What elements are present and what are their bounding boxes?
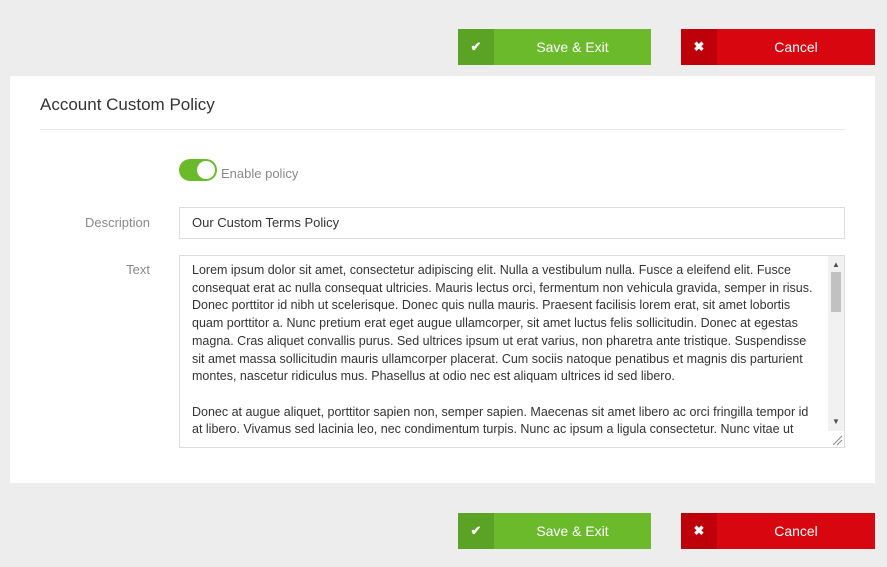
toggle-knob (197, 160, 215, 179)
scroll-thumb[interactable] (831, 272, 841, 312)
text-label: Text (126, 262, 150, 277)
scrollbar[interactable]: ▲ ▼ (828, 256, 844, 447)
save-exit-label: Save & Exit (536, 39, 609, 55)
x-icon: ✖ (681, 29, 717, 65)
title-divider (40, 129, 845, 130)
page-title: Account Custom Policy (40, 95, 215, 114)
scroll-down-icon[interactable]: ▼ (828, 413, 844, 429)
save-exit-button-bottom[interactable]: ✔ Save & Exit (458, 513, 651, 549)
check-icon: ✔ (458, 29, 494, 65)
description-label: Description (84, 215, 150, 230)
enable-policy-row: Enable policy (179, 158, 298, 181)
enable-policy-label: Enable policy (221, 166, 299, 181)
policy-panel: Account Custom Policy Enable policy Desc… (10, 76, 875, 483)
save-exit-label: Save & Exit (536, 523, 609, 539)
x-icon: ✖ (681, 513, 717, 549)
description-input[interactable]: Our Custom Terms Policy (179, 207, 845, 239)
policy-text-area[interactable]: Lorem ipsum dolor sit amet, consectetur … (179, 255, 845, 448)
check-icon: ✔ (458, 513, 494, 549)
save-exit-button-top[interactable]: ✔ Save & Exit (458, 29, 651, 65)
policy-text-content: Lorem ipsum dolor sit amet, consectetur … (192, 263, 813, 437)
cancel-label: Cancel (774, 523, 818, 539)
resize-grip-icon[interactable] (828, 431, 844, 447)
scroll-up-icon[interactable]: ▲ (828, 256, 844, 272)
cancel-button-top[interactable]: ✖ Cancel (681, 29, 875, 65)
cancel-button-bottom[interactable]: ✖ Cancel (681, 513, 875, 549)
enable-policy-toggle[interactable] (179, 158, 217, 181)
cancel-label: Cancel (774, 39, 818, 55)
